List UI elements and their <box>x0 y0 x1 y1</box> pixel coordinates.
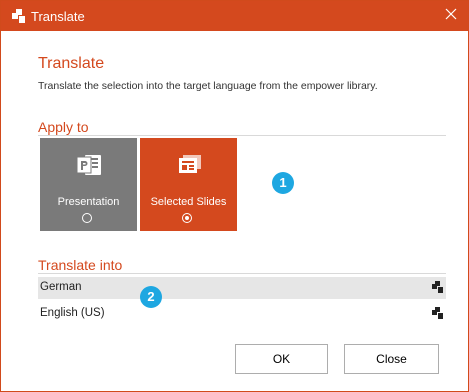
powerpoint-icon <box>76 155 101 175</box>
apply-to-label: Apply to <box>38 119 89 135</box>
selected-slides-radio[interactable] <box>182 213 192 223</box>
close-icon[interactable] <box>444 7 458 21</box>
slides-icon <box>179 155 201 173</box>
language-row-english-us[interactable]: English (US) <box>38 303 446 325</box>
step-badge-1: 1 <box>272 172 294 194</box>
empower-logo-icon <box>12 9 25 23</box>
presentation-radio[interactable] <box>82 213 92 223</box>
step-badge-2: 2 <box>140 286 162 308</box>
language-name: English (US) <box>40 307 105 319</box>
dialog-description: Translate the selection into the target … <box>38 80 378 92</box>
title-bar: Translate <box>1 1 468 31</box>
language-row-german[interactable]: German <box>38 277 446 299</box>
empower-library-icon <box>432 281 443 293</box>
presentation-label: Presentation <box>57 196 120 208</box>
language-name: German <box>40 281 82 293</box>
ok-button[interactable]: OK <box>235 344 328 374</box>
empower-library-icon <box>432 307 443 319</box>
dialog-heading: Translate <box>38 55 105 72</box>
translate-dialog: Translate Translate Translate the select… <box>0 0 469 392</box>
divider <box>38 273 446 274</box>
selected-slides-option[interactable]: Selected Slides <box>140 138 237 231</box>
divider <box>38 135 446 136</box>
presentation-option[interactable]: Presentation <box>40 138 137 231</box>
close-button[interactable]: Close <box>344 344 439 374</box>
window-title: Translate <box>31 9 85 24</box>
selected-slides-label: Selected Slides <box>150 196 227 208</box>
translate-into-label: Translate into <box>38 257 123 273</box>
